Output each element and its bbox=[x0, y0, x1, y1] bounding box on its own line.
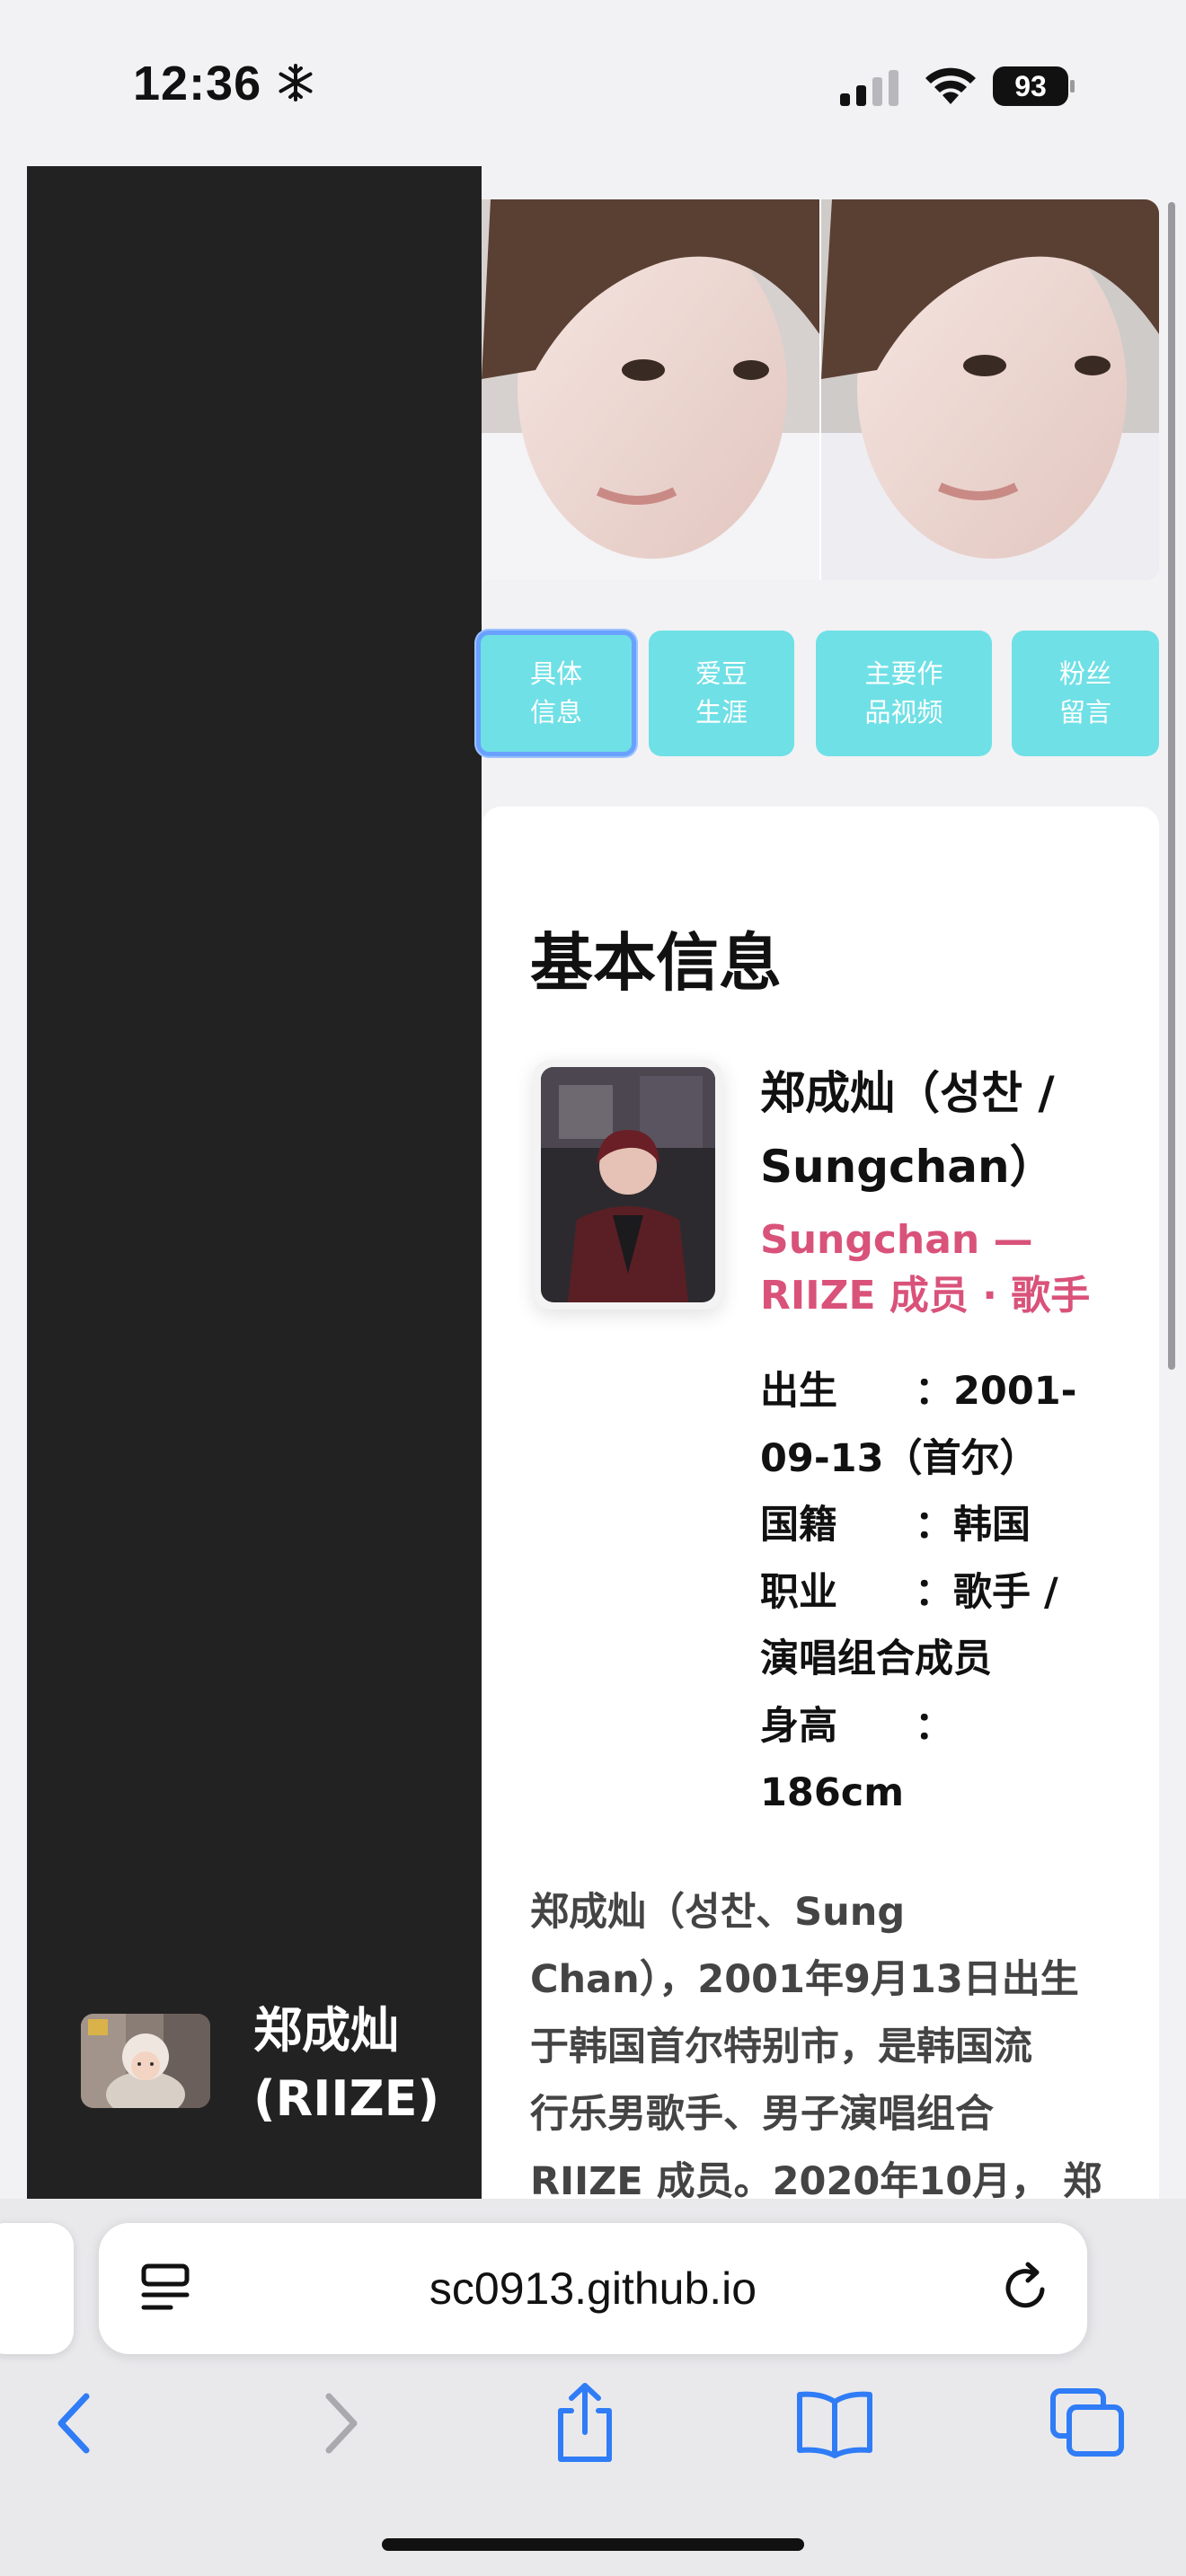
tab-works-videos[interactable]: 主要作 品视频 bbox=[816, 631, 992, 756]
profile-subtitle: Sungchan — RIIZE 成员 · 歌手 bbox=[760, 1217, 1091, 1319]
share-icon[interactable] bbox=[544, 2380, 625, 2466]
fact-line: 186cm bbox=[760, 1770, 905, 1815]
cellular-signal-icon bbox=[840, 70, 898, 106]
profile-facts: 出生 ：2001- 09-13（首尔） 国籍 ：韩国 职业 ：歌手 / 演唱组合… bbox=[760, 1358, 1137, 1827]
hero-image bbox=[482, 199, 1159, 580]
url-text[interactable]: sc0913.github.io bbox=[99, 2263, 1087, 2315]
previous-tab-peek[interactable] bbox=[0, 2223, 74, 2354]
status-time: 12:36 bbox=[133, 57, 262, 110]
sidebar-title[interactable]: 郑成灿 (RIIZE) bbox=[253, 1997, 469, 2133]
fact-line: 国籍 ：韩国 bbox=[760, 1503, 1031, 1548]
fact-line: 09-13（首尔） bbox=[760, 1435, 1039, 1481]
info-card: 基本信息 郑成灿（성찬 / Sungchan） Sungchan — RIIZE… bbox=[482, 807, 1159, 2208]
fact-line: 职业 ：歌手 / bbox=[760, 1569, 1058, 1615]
battery-icon: 93 bbox=[993, 66, 1075, 106]
profile-photo bbox=[534, 1060, 722, 1310]
tab-details[interactable]: 具体 信息 bbox=[476, 631, 636, 756]
address-bar[interactable]: sc0913.github.io bbox=[99, 2223, 1087, 2354]
wifi-icon bbox=[925, 67, 976, 104]
back-icon[interactable] bbox=[38, 2387, 119, 2459]
battery-level: 93 bbox=[1014, 70, 1047, 102]
status-bar: 12:36 93 bbox=[0, 0, 1186, 166]
sidebar: 郑成灿 (RIIZE) bbox=[27, 166, 482, 2205]
bio-paragraph: 郑成灿（성찬、Sung Chan），2001年9月13日出生 于韩国首尔特别市，… bbox=[530, 1890, 1102, 2204]
bookmarks-icon[interactable] bbox=[794, 2387, 875, 2459]
home-indicator bbox=[382, 2538, 804, 2551]
card-title: 基本信息 bbox=[530, 926, 782, 1000]
snowflake-icon bbox=[279, 64, 313, 101]
tab-career[interactable]: 爱豆 生涯 bbox=[649, 631, 794, 756]
scrollbar[interactable] bbox=[1168, 202, 1175, 1370]
section-tabs: 具体 信息 爱豆 生涯 主要作 品视频 粉丝 留言 bbox=[476, 627, 1168, 762]
profile-name: 郑成灿（성찬 / Sungchan） bbox=[760, 1067, 1055, 1193]
fact-line: 演唱组合成员 bbox=[760, 1636, 992, 1681]
forward-icon[interactable] bbox=[296, 2387, 377, 2459]
sidebar-avatar[interactable] bbox=[81, 2014, 210, 2108]
fact-line: 身高 ： bbox=[760, 1703, 953, 1749]
reload-icon[interactable] bbox=[997, 2259, 1055, 2316]
tabs-icon[interactable] bbox=[1048, 2387, 1128, 2459]
tab-fan-messages[interactable]: 粉丝 留言 bbox=[1012, 631, 1159, 756]
sidebar-title-line1: 郑成灿 bbox=[253, 2002, 399, 2059]
fact-line: 出生 ：2001- bbox=[760, 1369, 1077, 1414]
sidebar-title-line2: (RIIZE) bbox=[253, 2070, 440, 2127]
